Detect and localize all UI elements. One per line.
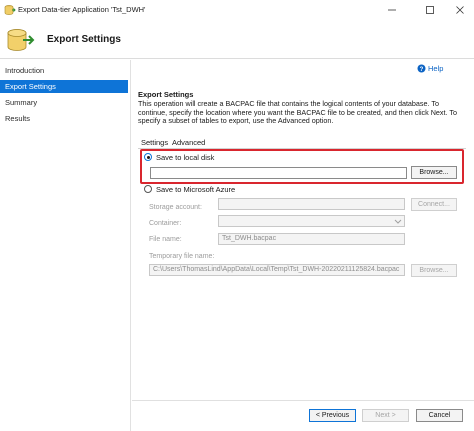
- file-name-label: File name:: [149, 236, 182, 243]
- temp-file-label: Temporary file name:: [149, 253, 215, 260]
- database-export-icon: [7, 29, 35, 51]
- wizard-sidebar: Introduction Export Settings Summary Res…: [0, 60, 131, 431]
- local-browse-button[interactable]: Browse...: [411, 166, 457, 179]
- help-icon[interactable]: ?: [417, 64, 426, 73]
- local-disk-label[interactable]: Save to local disk: [156, 153, 214, 162]
- sidebar-item-results[interactable]: Results: [0, 112, 128, 125]
- file-name-input[interactable]: Tst_DWH.bacpac: [218, 233, 405, 245]
- sidebar-item-export-settings[interactable]: Export Settings: [0, 80, 128, 93]
- title-bar: Export Data-tier Application 'Tst_DWH': [0, 0, 474, 21]
- footer-divider: [132, 400, 474, 401]
- next-button[interactable]: Next >: [362, 409, 409, 422]
- close-icon: [456, 6, 464, 14]
- previous-button[interactable]: < Previous: [309, 409, 356, 422]
- maximize-icon: [426, 6, 434, 14]
- close-button[interactable]: [446, 0, 474, 21]
- cancel-button[interactable]: Cancel: [416, 409, 463, 422]
- maximize-button[interactable]: [416, 0, 444, 21]
- section-title: Export Settings: [138, 90, 194, 99]
- wizard-header: Export Settings: [0, 21, 474, 59]
- tab-advanced[interactable]: Advanced: [172, 138, 205, 147]
- container-select[interactable]: [218, 215, 405, 227]
- temp-file-input[interactable]: C:\Users\ThomasLind\AppData\Local\Temp\T…: [149, 264, 405, 276]
- minimize-icon: [388, 9, 396, 11]
- chevron-down-icon: [394, 219, 402, 224]
- storage-account-label: Storage account:: [149, 204, 202, 211]
- azure-radio[interactable]: [144, 185, 152, 193]
- sidebar-item-introduction[interactable]: Introduction: [0, 64, 128, 77]
- container-label: Container:: [149, 220, 182, 227]
- window-title: Export Data-tier Application 'Tst_DWH': [18, 5, 146, 14]
- local-path-input[interactable]: [150, 167, 407, 179]
- help-link[interactable]: Help: [428, 64, 443, 73]
- main-panel: ? Help Export Settings This operation wi…: [132, 60, 474, 400]
- svg-text:?: ?: [420, 67, 424, 73]
- temp-browse-button[interactable]: Browse...: [411, 264, 457, 277]
- connect-button[interactable]: Connect...: [411, 198, 457, 211]
- azure-label[interactable]: Save to Microsoft Azure: [156, 185, 235, 194]
- minimize-button[interactable]: [378, 0, 406, 21]
- section-description: This operation will create a BACPAC file…: [138, 99, 457, 126]
- sidebar-item-summary[interactable]: Summary: [0, 96, 128, 109]
- database-export-icon: [4, 5, 16, 15]
- tab-settings[interactable]: Settings: [141, 138, 168, 147]
- local-disk-radio[interactable]: [144, 153, 152, 161]
- page-title: Export Settings: [47, 34, 121, 45]
- storage-account-input[interactable]: [218, 198, 405, 210]
